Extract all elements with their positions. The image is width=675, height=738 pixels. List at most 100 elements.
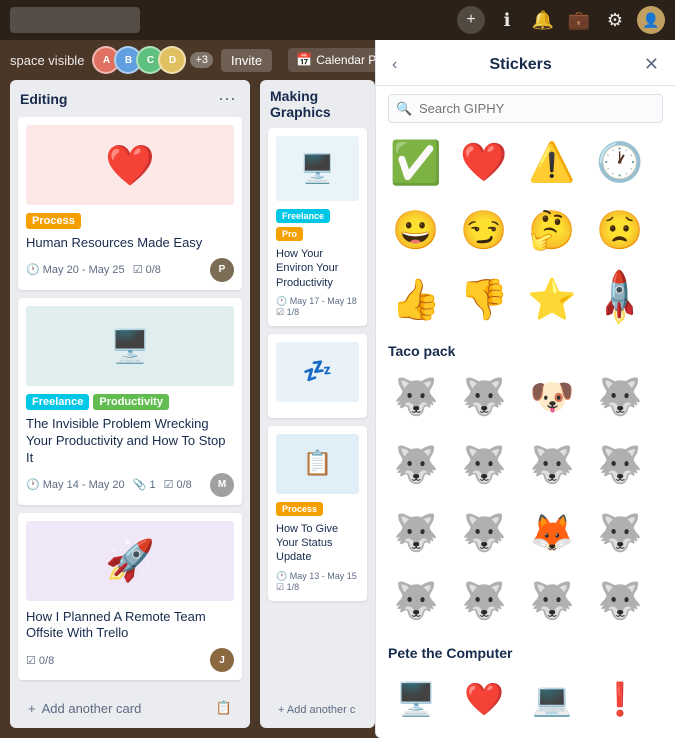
add-button[interactable]: + xyxy=(457,6,485,34)
list-making-graphics-header: Making Graphics xyxy=(260,80,375,128)
board-search-input[interactable] xyxy=(10,7,140,33)
sticker-title: Stickers xyxy=(489,56,551,74)
card-offsite[interactable]: 🚀 How I Planned A Remote Team Offsite Wi… xyxy=(18,513,242,681)
sticker-search-input[interactable] xyxy=(388,94,663,123)
list-editing-title: Editing xyxy=(20,91,67,107)
bell-icon[interactable]: 🔔 xyxy=(529,6,557,34)
sticker-row-1: ✅ ❤️ ⚠️ 🕐 xyxy=(384,131,667,195)
add-card-button-mg[interactable]: + Add another c xyxy=(268,696,367,724)
taco-sticker-5[interactable]: 🐺 xyxy=(384,433,448,497)
template-icon: 📋 xyxy=(216,700,232,716)
invite-button[interactable]: Invite xyxy=(221,49,272,72)
taco-sticker-12[interactable]: 🐺 xyxy=(588,501,652,565)
card-meta: 🕐 May 20 - May 25 ☑ 0/8 xyxy=(26,263,161,276)
calendar-icon: 📅 xyxy=(296,52,312,68)
taco-sticker-13[interactable]: 🐺 xyxy=(384,569,448,633)
sticker-heart[interactable]: ❤️ xyxy=(452,131,516,195)
pete-section-title: Pete the Computer xyxy=(384,637,667,667)
taco-sticker-14[interactable]: 🐺 xyxy=(452,569,516,633)
taco-row-3: 🐺 🐺 🦊 🐺 xyxy=(384,501,667,565)
sticker-grid: ✅ ❤️ ⚠️ 🕐 😀 😏 🤔 😟 👍 👎 ⭐ 🚀 Taco pack 🐺 🐺 … xyxy=(376,131,675,738)
card-title: How I Planned A Remote Team Offsite With… xyxy=(26,609,234,643)
sticker-header: ‹ Stickers ✕ xyxy=(376,40,675,86)
label-process: Process xyxy=(26,213,81,229)
gear-icon[interactable]: ⚙ xyxy=(601,6,629,34)
pete-sticker-4[interactable]: ❗ xyxy=(588,667,652,731)
taco-sticker-15[interactable]: 🐺 xyxy=(520,569,584,633)
list-editing-cards: ❤️ Process Human Resources Made Easy 🕐 M… xyxy=(10,117,250,688)
list-menu-button[interactable]: ··· xyxy=(214,88,240,109)
taco-sticker-16[interactable]: 🐺 xyxy=(588,569,652,633)
sticker-rocket-pink[interactable]: 🚀 xyxy=(575,254,666,345)
card-title: Human Resources Made Easy xyxy=(26,235,234,252)
card-meta: 🕐 May 13 - May 15 xyxy=(276,571,359,582)
member-avatar-4[interactable]: D xyxy=(158,46,186,74)
card-date: 🕐 May 13 - May 15 xyxy=(276,571,357,582)
card-meta: 🕐 May 17 - May 18 xyxy=(276,296,359,307)
card-meta: 🕐 May 14 - May 20 📎 1 ☑ 0/8 xyxy=(26,478,192,491)
list-editing: Editing ··· ❤️ Process Human Resources M… xyxy=(10,80,250,728)
taco-sticker-4[interactable]: 🐺 xyxy=(588,365,652,429)
card-checklist: ☑ 0/8 xyxy=(26,654,54,667)
taco-row-1: 🐺 🐺 🐶 🐺 xyxy=(384,365,667,429)
sticker-search-area: 🔍 xyxy=(376,86,675,131)
card-footer: 🕐 May 20 - May 25 ☑ 0/8 P xyxy=(26,258,234,282)
card-environment[interactable]: 🖥️ Freelance Pro How Your Environ Your P… xyxy=(268,128,367,326)
add-card-button[interactable]: + Add another card 📋 xyxy=(18,692,242,724)
taco-sticker-1[interactable]: 🐺 xyxy=(384,365,448,429)
sticker-close-button[interactable]: ✕ xyxy=(644,54,659,75)
taco-sticker-9[interactable]: 🐺 xyxy=(384,501,448,565)
list-making-graphics-cards: 🖥️ Freelance Pro How Your Environ Your P… xyxy=(260,128,375,692)
card-date: 🕐 May 17 - May 18 xyxy=(276,296,357,307)
card-avatar: M xyxy=(210,473,234,497)
card-checklist: ☑ 0/8 xyxy=(133,263,161,276)
list-making-graphics: Making Graphics 🖥️ Freelance Pro How You… xyxy=(260,80,375,728)
sticker-row-3: 👍 👎 ⭐ 🚀 xyxy=(384,267,667,331)
card-footer: ☑ 0/8 J xyxy=(26,648,234,672)
taco-sticker-3[interactable]: 🐶 xyxy=(520,365,584,429)
card-human-resources[interactable]: ❤️ Process Human Resources Made Easy 🕐 M… xyxy=(18,117,242,290)
pete-row-1: 🖥️ ❤️ 💻 ❗ xyxy=(384,667,667,731)
plus-icon: + xyxy=(28,701,36,716)
pete-sticker-2[interactable]: ❤️ xyxy=(452,667,516,731)
sticker-warning[interactable]: ⚠️ xyxy=(520,131,584,195)
info-icon[interactable]: ℹ xyxy=(493,6,521,34)
sticker-star[interactable]: ⭐ xyxy=(520,267,584,331)
card-image: 🖥️ xyxy=(276,136,359,201)
sticker-smile[interactable]: 😀 xyxy=(384,199,448,263)
taco-sticker-11[interactable]: 🦊 xyxy=(520,501,584,565)
search-icon: 🔍 xyxy=(396,101,412,117)
sticker-check[interactable]: ✅ xyxy=(384,131,448,195)
sticker-worried[interactable]: 😟 xyxy=(588,199,652,263)
avatar-count: +3 xyxy=(190,52,213,68)
user-avatar[interactable]: 👤 xyxy=(637,6,665,34)
sticker-back-button[interactable]: ‹ xyxy=(392,56,397,74)
list-editing-header: Editing ··· xyxy=(10,80,250,117)
taco-sticker-6[interactable]: 🐺 xyxy=(452,433,516,497)
sticker-thumbsdown[interactable]: 👎 xyxy=(452,267,516,331)
sticker-thumbsup[interactable]: 👍 xyxy=(384,267,448,331)
pete-sticker-3[interactable]: 💻 xyxy=(520,667,584,731)
sticker-thinking[interactable]: 🤔 xyxy=(520,199,584,263)
top-bar: + ℹ 🔔 💼 ⚙ 👤 xyxy=(0,0,675,40)
card-meta: ☑ 0/8 xyxy=(26,654,54,667)
label-productivity: Productivity xyxy=(93,394,169,410)
card-invisible-problem[interactable]: 🖥️ Freelance Productivity The Invisible … xyxy=(18,298,242,505)
pete-sticker-1[interactable]: 🖥️ xyxy=(384,667,448,731)
taco-sticker-10[interactable]: 🐺 xyxy=(452,501,516,565)
card-date: 🕐 May 14 - May 20 xyxy=(26,478,125,491)
card-labels: Freelance Pro xyxy=(276,209,359,241)
card-status-update[interactable]: 📋 Process How To Give Your Status Update… xyxy=(268,426,367,601)
briefcase-icon[interactable]: 💼 xyxy=(565,6,593,34)
sticker-row-2: 😀 😏 🤔 😟 xyxy=(384,199,667,263)
card-checklist: ☑ 1/8 xyxy=(276,307,359,318)
taco-sticker-8[interactable]: 🐺 xyxy=(588,433,652,497)
taco-sticker-7[interactable]: 🐺 xyxy=(520,433,584,497)
sticker-clock[interactable]: 🕐 xyxy=(588,131,652,195)
card-zzz[interactable]: 💤 xyxy=(268,334,367,418)
sticker-smirk[interactable]: 😏 xyxy=(452,199,516,263)
card-checklist: ☑ 1/8 xyxy=(276,582,359,593)
card-labels: Freelance Productivity xyxy=(26,394,234,410)
card-title: The Invisible Problem Wrecking Your Prod… xyxy=(26,416,234,467)
taco-sticker-2[interactable]: 🐺 xyxy=(452,365,516,429)
